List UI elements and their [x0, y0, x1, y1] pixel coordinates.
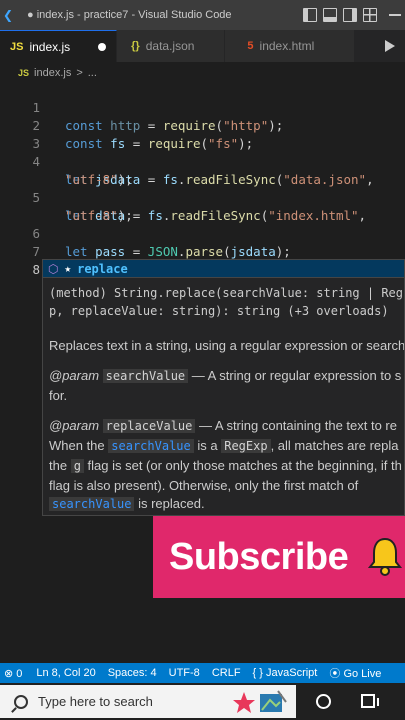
line-ending[interactable]: CRLF [212, 667, 241, 679]
unsaved-dot-icon[interactable] [98, 42, 107, 51]
doc-param-replace: @param replaceValue — A string containin… [49, 418, 397, 433]
breadcrumb-separator: > [76, 67, 83, 79]
encoding[interactable]: UTF-8 [169, 667, 200, 679]
code-line: 3 [0, 117, 40, 151]
bell-icon [367, 537, 403, 576]
code-line: 4 let jsdata = fs.readFileSync("data.jso… [0, 135, 373, 187]
subscribe-banner[interactable]: Subscribe [153, 516, 405, 598]
code-line-current: 8 data = data.replace [0, 243, 210, 296]
code-line-wrap: "utf-8"); [65, 172, 133, 187]
breadcrumb: JS index.js > ... [0, 62, 405, 84]
doc-line: When the searchValue is a RegExp, all ma… [49, 438, 399, 453]
status-bar: ⊗ 0 Ln 8, Col 20 Spaces: 4 UTF-8 CRLF { … [0, 663, 405, 683]
breadcrumb-rest[interactable]: ... [88, 67, 97, 79]
toggle-sidebar-icon[interactable] [303, 8, 317, 22]
code-line: 5 let data = fs.readFileSync("index.html… [0, 171, 366, 223]
suggestion-label: replace [77, 261, 128, 276]
cortana-icon[interactable] [316, 694, 331, 709]
tab-label: index.js [29, 39, 71, 54]
method-cube-icon: ⬡ [48, 261, 59, 276]
doc-param-search: @param searchValue — A string or regular… [49, 368, 402, 383]
minimize-icon[interactable] [389, 14, 401, 16]
html5-icon: 5 [247, 40, 254, 52]
windows-taskbar: Type here to search [0, 683, 405, 720]
vscode-icon: ❮ [3, 8, 14, 22]
code-line: 1 const http = require("http"); [0, 81, 283, 133]
code-line-wrap: "utf-8"); [65, 208, 133, 223]
search-highlight-icon [233, 690, 287, 713]
suggestion-item-replace[interactable]: ⬡ ★ replace [42, 259, 405, 278]
tab-label: index.html [259, 39, 315, 53]
toggle-secondary-sidebar-icon[interactable] [343, 8, 357, 22]
tab-index-js[interactable]: JS index.js [0, 30, 118, 62]
code-line: 6 let pass = JSON.parse(jsdata); [0, 207, 290, 259]
doc-line: flag is also present). Otherwise, only t… [49, 478, 359, 493]
title-bar: ❮ ● index.js - practice7 - Visual Studio… [0, 0, 405, 30]
cursor-position[interactable]: Ln 8, Col 20 [36, 667, 95, 679]
taskbar-search[interactable]: Type here to search [0, 685, 296, 718]
run-icon[interactable] [385, 40, 395, 52]
task-view-icon[interactable] [361, 694, 379, 708]
js-icon: JS [18, 68, 30, 78]
indentation[interactable]: Spaces: 4 [108, 667, 157, 679]
js-icon: JS [10, 40, 24, 53]
subscribe-text: Subscribe [169, 535, 349, 578]
line-number: 8 [32, 262, 40, 277]
editor-tabs: JS index.js {} data.json 5 index.html [0, 30, 405, 62]
suggestion-details: (method) String.replace(searchValue: str… [42, 278, 405, 516]
method-signature: (method) String.replace(searchValue: str… [49, 286, 405, 318]
toggle-panel-icon[interactable] [323, 8, 337, 22]
tab-index-html[interactable]: 5 index.html [225, 30, 356, 62]
code-line: 2 const fs = require("fs"); [0, 99, 253, 151]
layout-controls [303, 0, 405, 30]
problems-count[interactable]: ⊗ 0 [4, 667, 22, 680]
window-title: ● index.js - practice7 - Visual Studio C… [27, 9, 232, 21]
go-live-button[interactable]: ⦿ Go Live [329, 665, 381, 681]
json-braces-icon: {} [131, 40, 140, 52]
search-icon [14, 694, 28, 709]
doc-summary: Replaces text in a string, using a regul… [49, 338, 405, 353]
code-line: 7 [0, 225, 40, 259]
breadcrumb-file[interactable]: index.js [34, 67, 71, 79]
search-placeholder: Type here to search [38, 694, 153, 709]
doc-param-search-cont: for. [49, 388, 68, 403]
language-mode[interactable]: { } JavaScript [253, 667, 318, 679]
tab-label: data.json [145, 39, 195, 53]
doc-line: searchValue is replaced. [49, 494, 205, 514]
intellicode-star-icon: ★ [64, 262, 72, 275]
tab-data-json[interactable]: {} data.json [117, 30, 226, 62]
customize-layout-icon[interactable] [363, 8, 377, 22]
doc-line: the g flag is set (or only those matches… [49, 458, 402, 473]
